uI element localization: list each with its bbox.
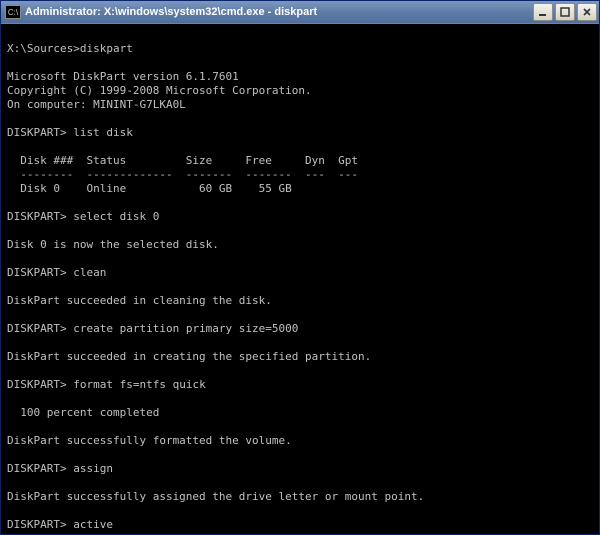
window-title: Administrator: X:\windows\system32\cmd.e… (25, 6, 533, 18)
console-line: Disk ### Status Size Free Dyn Gpt (7, 154, 358, 167)
console-line: DISKPART> create partition primary size=… (7, 322, 298, 335)
console-line: X:\Sources>diskpart (7, 42, 133, 55)
console-line: DiskPart successfully assigned the drive… (7, 490, 424, 503)
console-line: Microsoft DiskPart version 6.1.7601 (7, 70, 239, 83)
console-line: Disk 0 is now the selected disk. (7, 238, 219, 251)
close-button[interactable] (577, 3, 597, 21)
console-line: On computer: MININT-G7LKA0L (7, 98, 186, 111)
console-line: -------- ------------- ------- ------- -… (7, 168, 358, 181)
console-area[interactable]: X:\Sources>diskpart Microsoft DiskPart v… (1, 23, 599, 534)
console-line: DISKPART> format fs=ntfs quick (7, 378, 206, 391)
console-line: DISKPART> assign (7, 462, 113, 475)
maximize-button[interactable] (555, 3, 575, 21)
console-line: Copyright (C) 1999-2008 Microsoft Corpor… (7, 84, 312, 97)
console-line: DISKPART> select disk 0 (7, 210, 159, 223)
titlebar[interactable]: C:\ Administrator: X:\windows\system32\c… (1, 1, 599, 23)
cmd-icon: C:\ (5, 5, 21, 19)
console-line: DISKPART> active (7, 518, 113, 531)
console-line: DISKPART> list disk (7, 126, 133, 139)
console-line: DiskPart succeeded in cleaning the disk. (7, 294, 272, 307)
window-controls (533, 3, 597, 21)
minimize-button[interactable] (533, 3, 553, 21)
console-line: DiskPart successfully formatted the volu… (7, 434, 292, 447)
console-line: Disk 0 Online 60 GB 55 GB (7, 182, 292, 195)
console-line: DISKPART> clean (7, 266, 106, 279)
cmd-window: C:\ Administrator: X:\windows\system32\c… (0, 0, 600, 535)
console-line: DiskPart succeeded in creating the speci… (7, 350, 371, 363)
console-line: 100 percent completed (7, 406, 159, 419)
